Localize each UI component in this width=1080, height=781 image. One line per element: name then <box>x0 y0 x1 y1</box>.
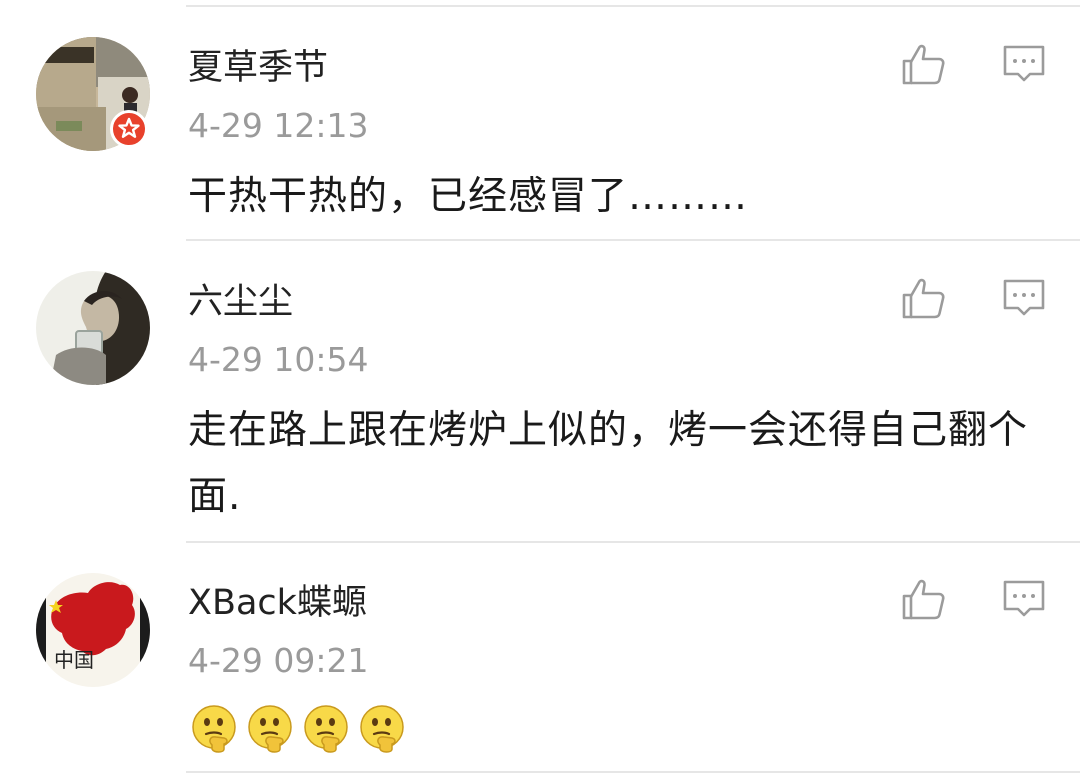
comment-item: 中国 XBack蝶螈 4-29 09:21 <box>0 543 1080 773</box>
timestamp: 4-29 12:13 <box>188 106 369 145</box>
emoji-row <box>188 703 408 755</box>
top-divider <box>186 5 1080 7</box>
thumbs-up-icon[interactable] <box>900 40 948 88</box>
timestamp: 4-29 10:54 <box>188 340 369 379</box>
comment-bubble-icon[interactable] <box>1000 577 1048 625</box>
comment-text: 干热干热的，已经感冒了……… <box>188 174 749 219</box>
thinking-face-emoji <box>248 705 292 753</box>
person-drinking-avatar-image <box>36 271 150 385</box>
username[interactable]: 夏草季节 <box>188 48 328 88</box>
timestamp: 4-29 09:21 <box>188 641 369 680</box>
avatar[interactable]: 中国 <box>36 573 150 687</box>
verified-badge-icon <box>110 110 148 148</box>
thinking-face-emoji <box>304 705 348 753</box>
avatar-text: 中国 <box>54 648 94 672</box>
comment-item: 夏草季节 4-29 12:13 干热干热的，已经感冒了……… <box>0 8 1080 241</box>
china-map-avatar-image: 中国 <box>36 573 150 687</box>
thumbs-up-icon[interactable] <box>900 575 948 623</box>
thumbs-up-icon[interactable] <box>900 274 948 322</box>
username[interactable]: XBack蝶螈 <box>188 583 367 623</box>
thinking-face-emoji <box>192 705 236 753</box>
comment-text: 走在路上跟在烤炉上似的，烤一会还得自己翻个面. <box>188 408 1029 519</box>
comment-bubble-icon[interactable] <box>1000 42 1048 90</box>
username[interactable]: 六尘尘 <box>188 282 293 322</box>
avatar[interactable] <box>36 271 150 385</box>
divider <box>186 771 1080 773</box>
comment-bubble-icon[interactable] <box>1000 276 1048 324</box>
comment-item: 六尘尘 4-29 10:54 走在路上跟在烤炉上似的，烤一会还得自己翻个面. <box>0 241 1080 543</box>
thinking-face-emoji <box>360 705 404 753</box>
